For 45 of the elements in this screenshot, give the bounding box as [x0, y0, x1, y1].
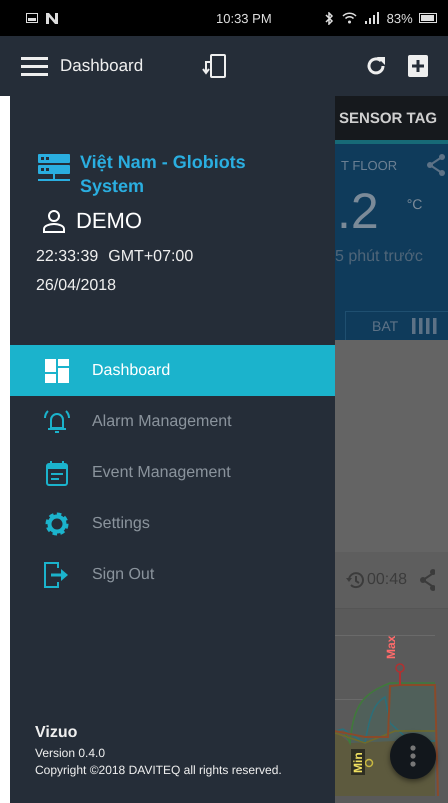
history-icon — [345, 570, 365, 590]
user-icon — [42, 209, 66, 233]
add-icon[interactable] — [408, 55, 428, 77]
server-icon — [38, 154, 70, 184]
updated-time: 5 phút trước — [335, 248, 424, 266]
version-text: Version 0.4.0 — [35, 745, 106, 762]
site-name: Việt Nam - Globiots System — [80, 151, 247, 198]
temperature-unit: °C — [406, 196, 422, 212]
max-marker — [395, 663, 405, 685]
menu-item[interactable]: Alarm Management — [10, 396, 335, 447]
battery-percent: 83% — [386, 10, 413, 26]
status-time: 10:33 PM — [216, 10, 272, 26]
max-label: Max — [384, 636, 398, 659]
app-name: Vizuo — [35, 724, 78, 742]
battery-icon — [418, 13, 437, 23]
battery-bars-icon — [412, 318, 438, 334]
menu-item[interactable]: Dashboard — [10, 345, 335, 396]
copyright-text: Copyright ©2018 DAVITEQ all rights reserved. — [35, 762, 283, 779]
timezone: GMT+07:00 — [108, 248, 194, 266]
min-label: Min — [351, 752, 365, 773]
image-icon — [26, 13, 38, 23]
temperature-value: .2 — [337, 182, 379, 240]
bell-icon — [43, 408, 71, 434]
menu-icon[interactable] — [21, 56, 48, 76]
sensor-tab[interactable]: SENSOR TAG — [339, 110, 438, 126]
bluetooth-icon — [324, 12, 334, 24]
menu-item[interactable]: Event Management — [10, 447, 335, 498]
signal-icon — [364, 12, 379, 24]
clock-time: 22:33:39 — [36, 248, 98, 266]
menu-item[interactable]: Settings — [10, 498, 335, 549]
app-bar-title: Dashboard — [60, 56, 144, 76]
n-icon — [46, 12, 58, 24]
min-marker — [364, 758, 374, 768]
calendar-icon — [43, 460, 71, 486]
date-text: 26/04/2018 — [35, 276, 118, 295]
settings-icon — [43, 510, 71, 536]
more-icon — [410, 745, 416, 767]
location-label: T FLOOR — [341, 158, 398, 172]
rotate-screen-icon[interactable] — [202, 53, 228, 79]
dashboard-icon — [43, 358, 71, 382]
user-name: DEMO — [76, 208, 142, 234]
battery-label: BAT — [372, 318, 398, 334]
refresh-icon[interactable] — [365, 55, 387, 77]
menu-item[interactable]: Sign Out — [10, 549, 335, 600]
wifi-icon — [342, 12, 357, 24]
